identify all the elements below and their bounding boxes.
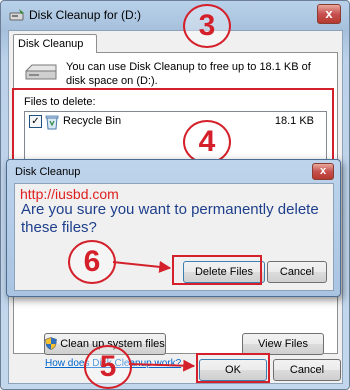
confirm-question: Are you sure you want to permanently del…	[21, 201, 319, 236]
dialog-cancel-button[interactable]: Cancel	[267, 261, 327, 283]
files-list-highlight	[12, 88, 334, 162]
title-bar[interactable]: Disk Cleanup for (D:) x	[1, 1, 349, 29]
watermark-text: http://iusbd.com	[20, 186, 119, 202]
delete-files-highlight	[172, 255, 262, 285]
step-3-marker: 3	[183, 4, 231, 48]
dialog-title: Disk Cleanup	[15, 166, 81, 178]
tab-disk-cleanup[interactable]: Disk Cleanup	[13, 34, 97, 53]
window-title: Disk Cleanup for (D:)	[29, 8, 142, 22]
step-6-marker: 6	[68, 240, 116, 284]
close-button[interactable]: x	[317, 4, 341, 24]
ok-button-highlight	[196, 353, 270, 383]
step-5-marker: 5	[84, 345, 132, 389]
step-4-marker: 4	[183, 120, 231, 164]
view-files-button[interactable]: View Files	[242, 333, 324, 355]
intro-text: You can use Disk Cleanup to free up to 1…	[66, 61, 311, 87]
cancel-button[interactable]: Cancel	[273, 359, 341, 381]
dialog-close-button[interactable]: x	[312, 163, 334, 180]
drive-icon	[25, 64, 57, 80]
disk-cleanup-icon	[9, 9, 24, 21]
uac-shield-icon	[45, 337, 58, 350]
